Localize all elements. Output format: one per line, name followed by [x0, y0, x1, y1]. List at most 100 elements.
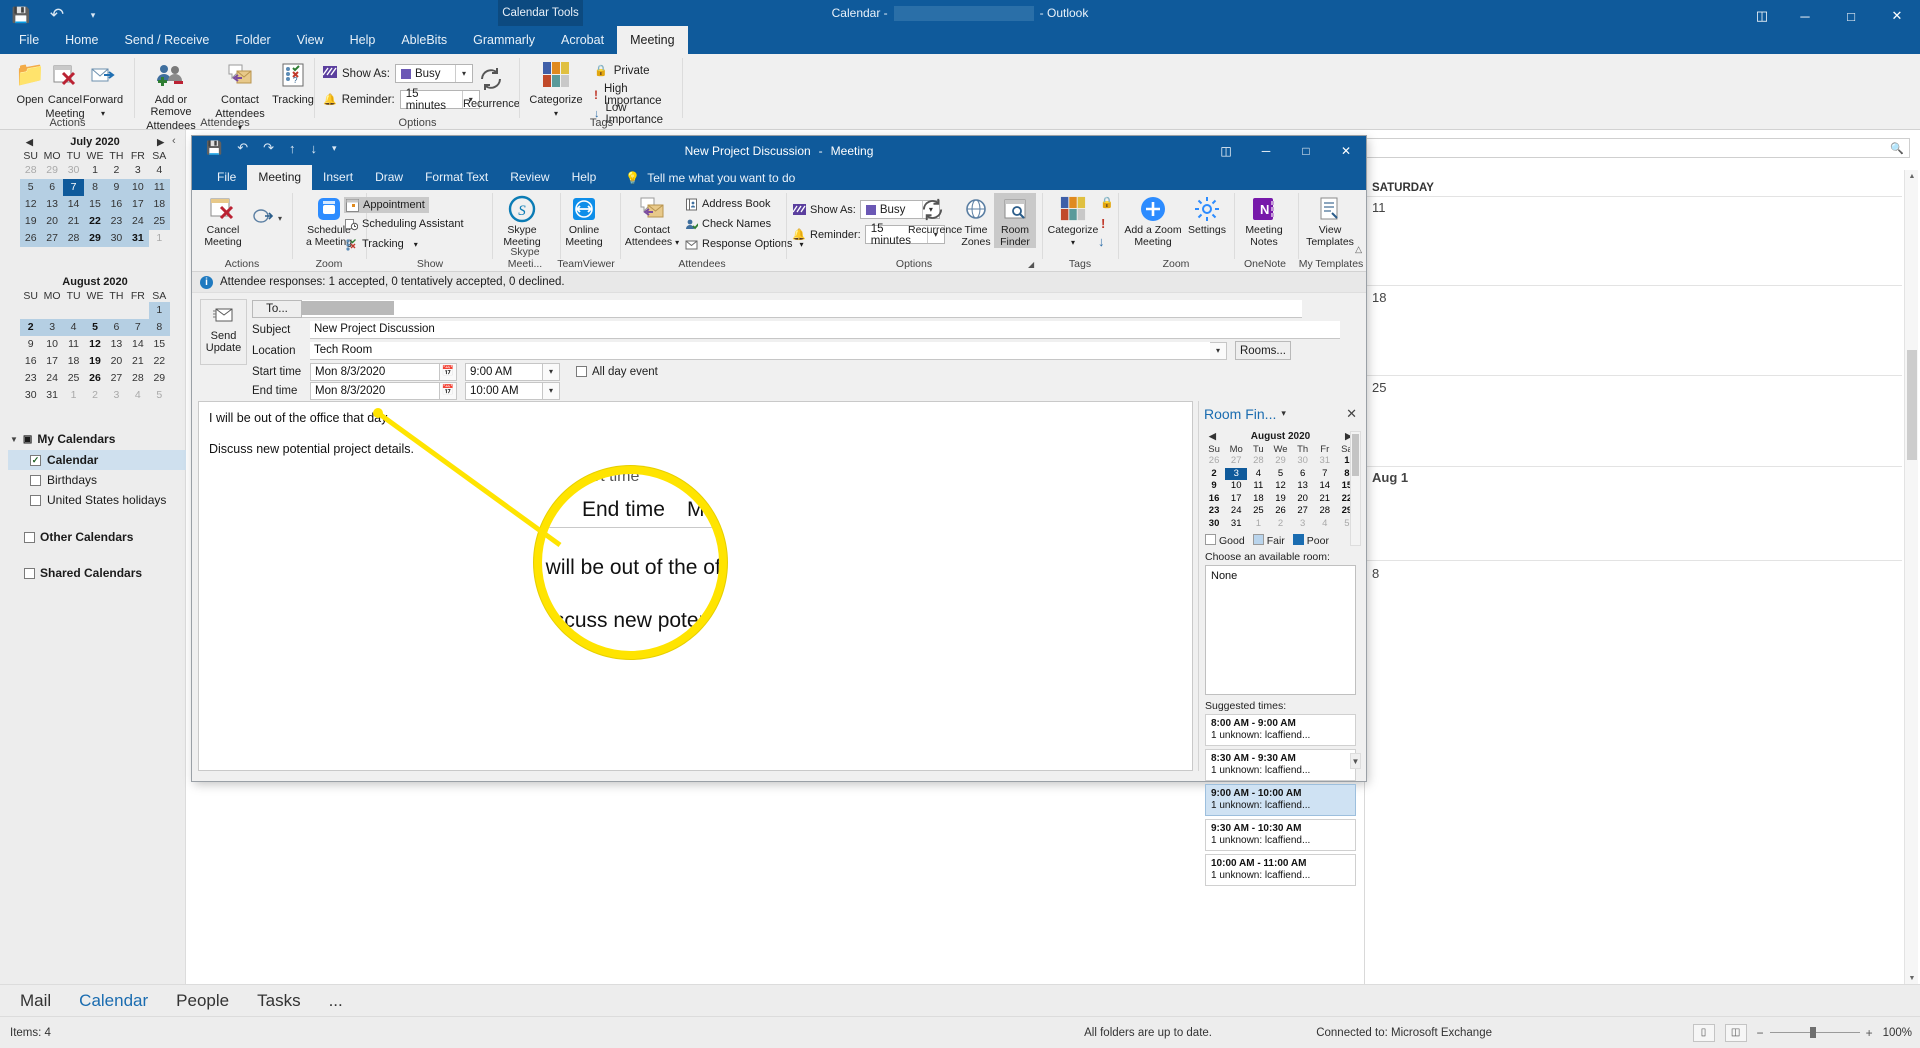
- calendar-day-cell[interactable]: 4: [1247, 468, 1269, 481]
- tab-help[interactable]: Help: [337, 26, 389, 54]
- mw-room-finder-button[interactable]: Room Finder: [994, 193, 1036, 248]
- calendar-day-cell[interactable]: 1: [1247, 518, 1269, 531]
- calendar-day-cell[interactable]: 1: [148, 302, 170, 319]
- mw-view-templates-button[interactable]: View Templates: [1302, 193, 1358, 248]
- calendar-day-cell[interactable]: 29: [149, 370, 170, 387]
- module-people[interactable]: People: [176, 991, 229, 1011]
- next-month-icon[interactable]: ▶: [157, 137, 164, 148]
- tab-meeting[interactable]: Meeting: [617, 26, 688, 54]
- scroll-down-arrow[interactable]: ▼: [1905, 972, 1919, 984]
- mw-tab-meeting[interactable]: Meeting: [247, 165, 313, 190]
- to-input[interactable]: [302, 299, 1302, 318]
- calendar-day-cell[interactable]: 20: [106, 353, 127, 370]
- calendar-day-cell[interactable]: 21: [1314, 493, 1336, 506]
- calendar-day-cell[interactable]: 5: [1269, 468, 1291, 481]
- location-input[interactable]: Tech Room: [310, 341, 1210, 360]
- chevron-down-icon[interactable]: ▾: [414, 240, 418, 249]
- calendar-day-cell[interactable]: 16: [105, 196, 128, 213]
- rf-calendar-grid[interactable]: 26 27 28 29 30 31 1 2 3 4 5 6 7 8 9 10 11 12 13 14 15 16 17 18 1…: [1203, 455, 1358, 530]
- mw-zoom-settings-button[interactable]: Settings: [1184, 193, 1230, 237]
- sidebar-item-us-holidays[interactable]: United States holidays: [8, 490, 186, 510]
- tracking-button[interactable]: ? Tracking: [271, 58, 315, 106]
- calendar-day-cell[interactable]: 12: [20, 196, 42, 213]
- chevron-down-icon[interactable]: ▼: [10, 435, 18, 444]
- calendar-day-cell[interactable]: 2: [84, 387, 105, 404]
- calendar-day-cell[interactable]: 24: [41, 370, 62, 387]
- scrollbar-thumb[interactable]: [1352, 434, 1359, 476]
- save-icon[interactable]: 💾: [10, 4, 32, 26]
- all-day-event-row[interactable]: All day event: [576, 366, 658, 378]
- calendar-day-cell[interactable]: 13: [106, 336, 127, 353]
- calendar-day-cell[interactable]: 27: [106, 370, 127, 387]
- tab-acrobat[interactable]: Acrobat: [548, 26, 617, 54]
- calendar-day-cell[interactable]: 7: [1314, 468, 1336, 481]
- chevron-down-icon[interactable]: ▾: [675, 238, 679, 247]
- close-icon[interactable]: ✕: [1346, 406, 1357, 422]
- start-time-input[interactable]: 9:00 AM: [465, 362, 543, 381]
- calendar-day-cell[interactable]: 9: [105, 179, 128, 196]
- calendar-day-cell[interactable]: 28: [62, 230, 85, 247]
- collapse-ribbon-icon[interactable]: △: [1355, 244, 1362, 255]
- checkbox-icon[interactable]: [24, 531, 35, 543]
- suggested-time-item[interactable]: 8:30 AM - 9:30 AM 1 unknown: lcaffiend...: [1205, 749, 1356, 781]
- show-as-dropdown[interactable]: Busy ▾: [394, 64, 473, 83]
- down-arrow-icon[interactable]: ↓: [1098, 234, 1105, 249]
- suggested-time-item[interactable]: 9:00 AM - 10:00 AM 1 unknown: lcaffiend..…: [1205, 784, 1356, 816]
- calendar-day-cell[interactable]: 2: [106, 162, 127, 179]
- available-rooms-list[interactable]: None: [1205, 565, 1356, 695]
- tell-me-search[interactable]: 💡 Tell me what you want to do: [607, 165, 795, 190]
- calendar-day-cell[interactable]: 7: [62, 179, 85, 196]
- recurrence-button[interactable]: Recurrence: [463, 62, 520, 110]
- calendar-day-cell[interactable]: 30: [20, 387, 41, 404]
- calendar-day-cell[interactable]: 15: [149, 336, 170, 353]
- tab-ablebits[interactable]: AbleBits: [388, 26, 460, 54]
- mw-cancel-meeting-button[interactable]: Cancel Meeting: [200, 193, 246, 248]
- calendar-day-cell[interactable]: 3: [1225, 467, 1248, 480]
- calendar-day-cell[interactable]: 21: [62, 213, 85, 230]
- module-tasks[interactable]: Tasks: [257, 991, 300, 1011]
- mw-recurrence-button[interactable]: Recurrence: [908, 193, 962, 237]
- scrollbar-thumb[interactable]: [1907, 350, 1917, 460]
- calendar-picker-icon[interactable]: 📅: [440, 362, 457, 381]
- calendar-day-cell[interactable]: 20: [41, 213, 63, 230]
- calendar-day-cell[interactable]: 14: [62, 196, 85, 213]
- calendar-day-cell[interactable]: 30: [63, 162, 84, 179]
- calendar-day-cell[interactable]: 26: [1203, 455, 1225, 468]
- checkbox-icon[interactable]: [30, 494, 41, 506]
- calendar-day-cell[interactable]: 26: [84, 370, 105, 387]
- calendar-day-cell[interactable]: 16: [1203, 493, 1225, 506]
- chevron-down-icon[interactable]: ▾: [278, 214, 282, 223]
- prev-month-icon[interactable]: ◀: [26, 137, 33, 148]
- calendar-day-cell[interactable]: 26: [1269, 505, 1291, 518]
- end-date-input[interactable]: Mon 8/3/2020: [310, 381, 440, 400]
- rf-calendar-scrollbar[interactable]: [1350, 431, 1361, 546]
- close-button[interactable]: ✕: [1326, 136, 1366, 165]
- calendar-day-cell[interactable]: 31: [1225, 518, 1247, 531]
- mw-tab-draw[interactable]: Draw: [364, 165, 414, 190]
- calendar-day-cell[interactable]: 23: [1203, 505, 1225, 518]
- end-time-input[interactable]: 10:00 AM: [465, 381, 543, 400]
- mw-contact-attendees-button[interactable]: Contact Attendees ▾: [624, 193, 680, 248]
- calendar-day-cell[interactable]: 5: [20, 179, 42, 196]
- calendar-day-cell[interactable]: 4: [62, 319, 85, 336]
- calendar-day-cell[interactable]: 17: [41, 353, 62, 370]
- checkbox-icon[interactable]: [30, 474, 41, 486]
- suggested-time-item[interactable]: 10:00 AM - 11:00 AM 1 unknown: lcaffiend.…: [1205, 854, 1356, 886]
- calendar-day-cell[interactable]: 2: [20, 319, 42, 336]
- calendar-day-cell[interactable]: 17: [127, 196, 149, 213]
- subject-input[interactable]: New Project Discussion: [310, 320, 1340, 339]
- other-calendars-header[interactable]: Other Calendars: [8, 526, 186, 548]
- prev-month-icon[interactable]: ◀: [1209, 431, 1216, 442]
- calendar-day-cell[interactable]: 22: [84, 213, 106, 230]
- calendar-day-cell[interactable]: 4: [149, 162, 170, 179]
- calendar-day-cell[interactable]: 1: [149, 230, 170, 247]
- undo-icon[interactable]: ↶: [46, 4, 68, 26]
- mw-appointment-button[interactable]: Appointment: [344, 197, 429, 213]
- calendar-day-cell[interactable]: 11: [148, 179, 170, 196]
- calendar-day-cell[interactable]: 30: [1292, 455, 1314, 468]
- calendar-day-cell[interactable]: 25: [1247, 505, 1269, 518]
- tab-grammarly[interactable]: Grammarly: [460, 26, 548, 54]
- calendar-day-cell[interactable]: 1: [63, 387, 84, 404]
- mw-scheduling-assistant-button[interactable]: Scheduling Assistant: [344, 217, 464, 231]
- mw-address-book-button[interactable]: Address Book: [684, 197, 770, 211]
